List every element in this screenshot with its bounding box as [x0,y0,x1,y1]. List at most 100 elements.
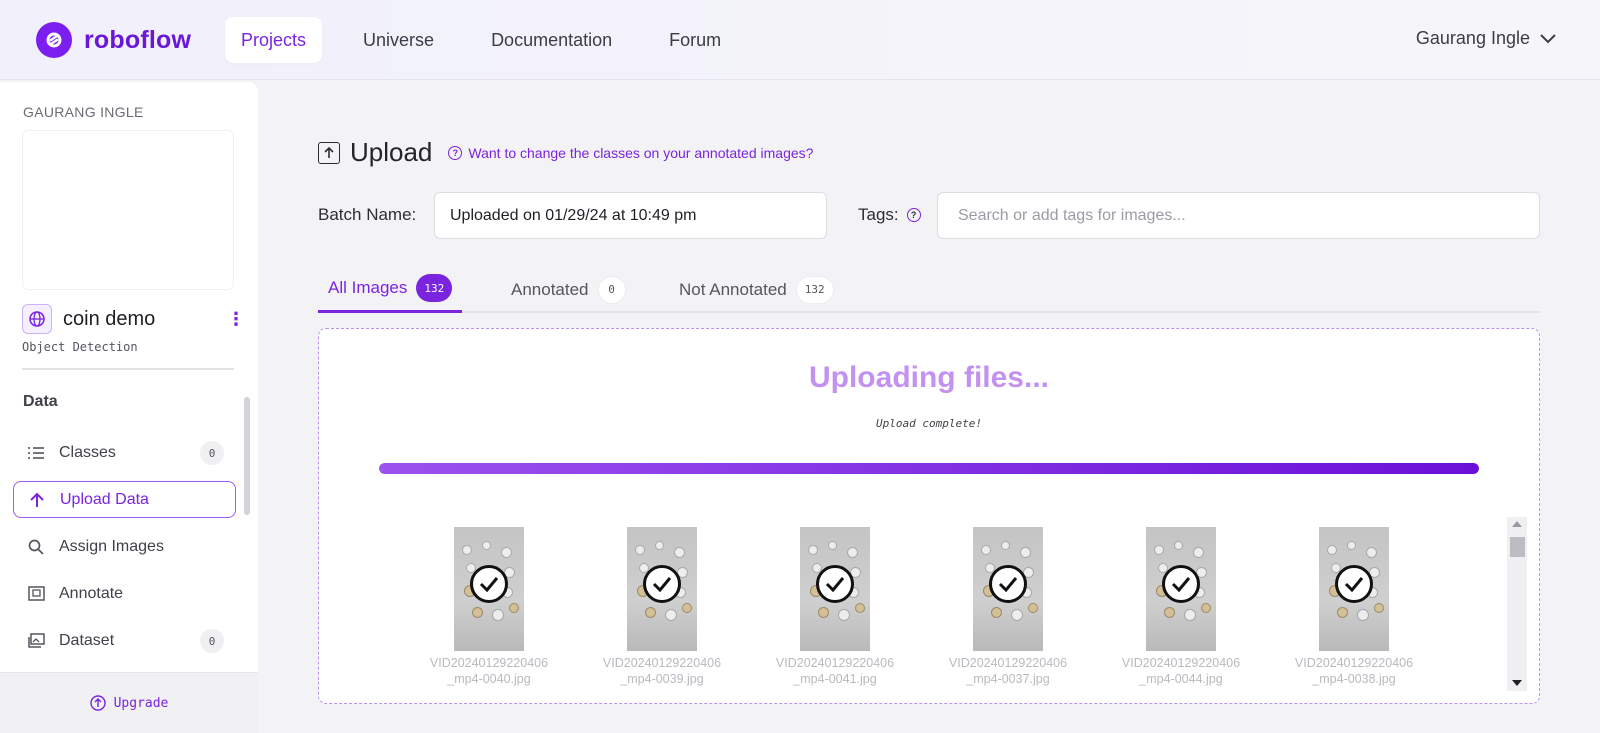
brand-name: roboflow [84,25,192,54]
file-name-line2: _mp4-0040.jpg [447,672,531,686]
file-name: VID20240129220406 _mp4-0039.jpg [592,655,732,687]
chevron-down-icon [1540,33,1556,43]
file-thumbnail[interactable]: VID20240129220406 _mp4-0040.jpg [419,527,559,687]
project-header: coin demo ⋮ [22,304,245,334]
nav-projects[interactable]: Projects [225,17,323,63]
help-icon[interactable]: ? [906,208,921,222]
coin-shape [981,545,991,555]
count-badge: 0 [200,629,224,653]
user-name: Gaurang Ingle [1415,28,1530,48]
sidebar-scrollbar[interactable] [244,397,250,515]
roboflow-logo-icon [36,22,72,58]
files-scrollbar[interactable] [1507,517,1527,691]
page-title: Upload [350,137,433,167]
coin-shape [1028,603,1038,613]
file-name: VID20240129220406 _mp4-0040.jpg [419,655,559,687]
user-menu[interactable]: Gaurang Ingle [1416,28,1556,49]
nav-universe[interactable]: Universe [347,17,450,63]
tab-not-annotated[interactable]: Not Annotated 132 [679,266,834,313]
upload-dropzone[interactable]: Uploading files... Upload complete! VID2… [318,328,1540,704]
kebab-menu-icon[interactable]: ⋮ [227,310,245,328]
file-name-line2: _mp4-0039.jpg [620,672,704,686]
tab-all-images[interactable]: All Images 132 [318,266,463,313]
coin-shape [1011,609,1023,621]
coin-shape [682,603,692,613]
file-thumbnail[interactable]: VID20240129220406 _mp4-0041.jpg [765,527,905,687]
file-thumbnail[interactable]: VID20240129220406 _mp4-0037.jpg [938,527,1078,687]
file-name-line1: VID20240129220406 [602,656,722,670]
file-thumbnail[interactable]: VID20240129220406 _mp4-0038.jpg [1284,527,1424,687]
coin-shape [674,547,685,558]
file-name: VID20240129220406 _mp4-0044.jpg [1111,655,1251,687]
image-preview [1319,527,1389,651]
count-badge: 132 [795,275,834,304]
tab-annotated[interactable]: Annotated 0 [511,266,626,313]
image-preview [454,527,524,651]
tab-label: Annotated [511,279,589,299]
list-icon [27,444,45,462]
coin-shape [1366,547,1377,558]
globe-icon [22,304,52,334]
file-name-line1: VID20240129220406 [429,656,549,670]
file-name-line1: VID20240129220406 [948,656,1068,670]
image-preview [1146,527,1216,651]
search-icon [27,538,45,556]
file-thumbnail[interactable]: VID20240129220406 _mp4-0044.jpg [1111,527,1251,687]
checkmark-icon [470,565,508,603]
coin-shape [1001,541,1010,550]
file-name: VID20240129220406 _mp4-0037.jpg [938,655,1078,687]
sidebar-item-assign-images[interactable]: Assign Images [13,528,236,565]
images-icon [27,632,45,650]
upload-circle-icon [89,695,106,711]
nav-forum[interactable]: Forum [653,17,737,63]
coin-shape [847,547,858,558]
upload-progress-bar [379,463,1479,474]
sidebar-item-label: Assign Images [59,537,164,555]
project-name: coin demo [63,307,156,330]
coin-shape [1184,609,1196,621]
sidebar-item-upload-data[interactable]: Upload Data [13,481,236,518]
sidebar-item-label: Dataset [59,631,115,649]
coin-shape [838,609,850,621]
upgrade-button[interactable]: Upgrade [0,672,258,733]
roboflow-logo[interactable]: roboflow [36,22,191,58]
upload-heading: Uploading files... [808,361,1049,394]
coin-shape [1193,547,1204,558]
annotate-icon [27,585,45,603]
nav-documentation[interactable]: Documentation [475,17,628,63]
checkmark-icon [816,565,854,603]
coin-shape [818,607,829,618]
sidebar-item-dataset[interactable]: Dataset 0 [13,622,236,659]
coin-shape [501,547,512,558]
file-name-line1: VID20240129220406 [775,656,895,670]
scroll-up-icon[interactable] [1512,521,1522,527]
tags-input[interactable] [937,192,1540,239]
project-type: Object Detection [22,340,138,354]
upload-progress-fill [379,463,1479,474]
sidebar-item-label: Classes [59,443,116,461]
upload-icon [318,141,340,164]
count-badge: 0 [200,441,224,465]
batch-name-input[interactable] [434,192,827,239]
page-title-row: Upload ? Want to change the classes on y… [318,137,813,168]
uploaded-files-grid: VID20240129220406 _mp4-0040.jpg VID2024012… [419,527,1419,687]
sidebar-item-classes[interactable]: Classes 0 [13,434,236,471]
upload-status: Upload complete! [876,417,982,430]
file-thumbnail[interactable]: VID20240129220406 _mp4-0039.jpg [592,527,732,687]
coin-shape [1201,603,1211,613]
checkmark-icon [643,565,681,603]
sidebar-item-annotate[interactable]: Annotate [13,575,236,612]
coin-shape [1154,545,1164,555]
tags-label-text: Tags: [858,205,899,224]
sidebar-item-label: Annotate [59,584,124,602]
count-badge: 0 [597,275,626,304]
coin-shape [828,541,837,550]
scroll-down-icon[interactable] [1512,680,1522,686]
file-name-line1: VID20240129220406 [1121,656,1241,670]
project-thumbnail[interactable] [22,130,234,290]
change-classes-link[interactable]: ? Want to change the classes on your ann… [448,145,813,161]
coin-shape [1164,607,1175,618]
sidebar: GAURANG INGLE coin demo ⋮ Object Detecti… [0,82,258,733]
help-icon: ? [448,145,463,160]
scroll-thumb[interactable] [1510,537,1525,557]
